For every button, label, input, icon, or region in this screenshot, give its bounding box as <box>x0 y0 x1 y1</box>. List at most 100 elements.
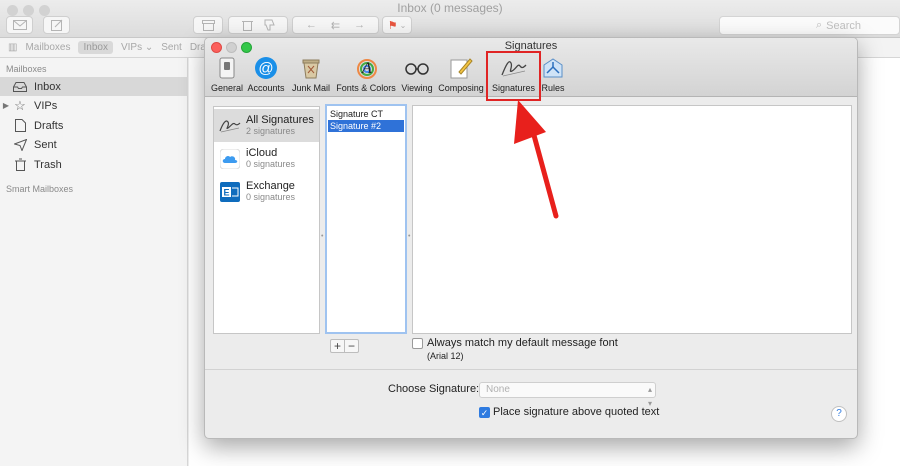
choose-signature-label: Choose Signature: <box>388 383 480 395</box>
splitter-handle[interactable]: • <box>321 233 324 240</box>
remove-signature-button[interactable]: − <box>344 340 358 352</box>
choose-signature-select[interactable]: None ▴ ▾ <box>479 382 656 408</box>
exchange-icon: E <box>219 181 241 203</box>
match-font-label: Always match my default message font <box>427 337 618 349</box>
paper-plane-icon <box>12 138 28 152</box>
sidebar-item-label: VIPs <box>34 99 58 112</box>
mail-titlebar: Inbox (0 messages) ← ⇇ → ⚑ ⌄ ⌕ Search <box>0 0 900 38</box>
archive-button[interactable] <box>193 16 223 34</box>
trash-icon <box>241 21 253 31</box>
splitter-handle[interactable]: • <box>408 233 411 240</box>
favorite-inbox[interactable]: Inbox <box>78 41 113 54</box>
envelope-icon <box>12 20 27 30</box>
thumbs-down-icon <box>264 19 275 31</box>
add-remove-buttons: + − <box>330 339 359 353</box>
tab-label: General <box>210 83 244 93</box>
sidebar-header-mailboxes: Mailboxes <box>6 64 47 74</box>
account-signature-count: 2 signatures <box>246 126 296 136</box>
favorite-vips[interactable]: VIPs ⌄ <box>121 42 153 53</box>
tab-label: Accounts <box>247 83 285 93</box>
reply-forward-group[interactable]: ← ⇇ → <box>292 16 379 34</box>
svg-text:@: @ <box>258 60 273 77</box>
compose-icon <box>50 19 62 31</box>
svg-text:A: A <box>361 60 372 77</box>
svg-text:E: E <box>223 187 229 197</box>
signatures-preferences-window: Signatures General @ Accounts Junk Mail … <box>204 37 858 439</box>
tab-label: Composing <box>438 83 484 93</box>
forward-icon: → <box>354 19 366 31</box>
tab-label: Junk Mail <box>291 83 330 93</box>
tab-label: Fonts & Colors <box>336 83 396 93</box>
sidebar-item-drafts[interactable]: Drafts <box>0 116 188 135</box>
tab-fonts-colors[interactable]: A Fonts & Colors <box>335 55 397 95</box>
tab-rules[interactable]: Rules <box>541 55 565 95</box>
sidebar-item-label: Drafts <box>34 119 64 132</box>
account-signature-count: 0 signatures <box>246 159 296 169</box>
signature-item-selected[interactable]: Signature #2 <box>328 120 404 132</box>
reply-icon: ← <box>305 19 317 31</box>
compose-button[interactable] <box>43 16 70 34</box>
inbox-icon <box>12 80 28 94</box>
signatures-list[interactable]: Signature CT Signature #2 <box>325 104 407 334</box>
place-above-label: Place signature above quoted text <box>493 406 660 418</box>
add-signature-button[interactable]: + <box>331 340 344 352</box>
signature-icon <box>219 115 241 137</box>
search-input[interactable]: ⌕ Search <box>719 16 900 35</box>
search-icon: ⌕ <box>816 19 823 31</box>
pencil-icon <box>447 55 475 81</box>
fonts-colors-icon: A <box>352 55 380 81</box>
section-divider <box>205 369 857 370</box>
choose-signature-value: None <box>486 384 510 395</box>
place-above-checkbox[interactable]: ✓ <box>479 407 490 418</box>
account-name: All Signatures <box>246 114 314 126</box>
junk-mail-icon <box>297 55 325 81</box>
favorite-mailboxes[interactable]: Mailboxes <box>25 42 70 53</box>
icloud-icon <box>219 148 241 170</box>
match-font-checkbox[interactable] <box>412 338 423 349</box>
sidebar-item-trash[interactable]: Trash <box>0 155 188 174</box>
account-row-exchange[interactable]: E Exchange 0 signatures <box>214 175 319 208</box>
flag-icon: ⚑ <box>387 19 398 32</box>
search-placeholder: Search <box>826 19 862 32</box>
sidebar-toggle-icon[interactable]: ▥ <box>8 42 17 53</box>
disclosure-triangle-icon[interactable]: ▶ <box>0 101 12 110</box>
tab-junk-mail[interactable]: Junk Mail <box>289 55 333 95</box>
tab-composing[interactable]: Composing <box>437 55 485 95</box>
accounts-list: All Signatures 2 signatures iCloud 0 sig… <box>213 106 320 334</box>
get-mail-button[interactable] <box>6 16 33 34</box>
sidebar-item-label: Trash <box>34 158 62 171</box>
tab-general[interactable]: General <box>211 55 243 95</box>
trash-icon <box>12 158 28 172</box>
sidebar-header-smart-mailboxes: Smart Mailboxes <box>6 184 74 194</box>
mailbox-sidebar: Mailboxes Inbox ▶ ☆ VIPs Drafts Sent Tra… <box>0 58 188 466</box>
at-sign-icon: @ <box>252 55 280 81</box>
account-name: iCloud <box>246 147 278 159</box>
mail-window-title: Inbox (0 messages) <box>397 1 503 15</box>
signature-item[interactable]: Signature CT <box>328 108 404 120</box>
favorite-sent[interactable]: Sent <box>161 42 182 53</box>
tab-label: Rules <box>541 83 565 93</box>
tab-viewing[interactable]: Viewing <box>400 55 434 95</box>
font-hint: (Arial 12) <box>427 351 464 361</box>
account-name: Exchange <box>246 180 295 192</box>
delete-junk-group[interactable] <box>228 16 288 34</box>
signatures-tab-highlight-box <box>486 51 541 101</box>
glasses-icon <box>403 55 431 81</box>
preferences-toolbar: Signatures General @ Accounts Junk Mail … <box>205 38 857 101</box>
rules-icon <box>539 55 567 81</box>
sidebar-item-vips[interactable]: ▶ ☆ VIPs <box>0 96 188 115</box>
signature-editor[interactable] <box>412 105 852 334</box>
reply-all-icon: ⇇ <box>330 19 341 32</box>
tab-accounts[interactable]: @ Accounts <box>246 55 286 95</box>
flag-button[interactable]: ⚑ ⌄ <box>382 16 412 34</box>
sidebar-item-sent[interactable]: Sent <box>0 135 188 154</box>
sidebar-item-inbox[interactable]: Inbox <box>0 77 188 96</box>
star-icon: ☆ <box>14 97 26 113</box>
help-button[interactable]: ? <box>831 406 847 422</box>
account-signature-count: 0 signatures <box>246 192 296 202</box>
sidebar-item-label: Sent <box>34 138 57 151</box>
account-row-icloud[interactable]: iCloud 0 signatures <box>214 142 319 175</box>
account-row-all-signatures[interactable]: All Signatures 2 signatures <box>214 109 319 142</box>
sidebar-item-label: Inbox <box>34 80 61 93</box>
tab-label: Viewing <box>401 83 433 93</box>
